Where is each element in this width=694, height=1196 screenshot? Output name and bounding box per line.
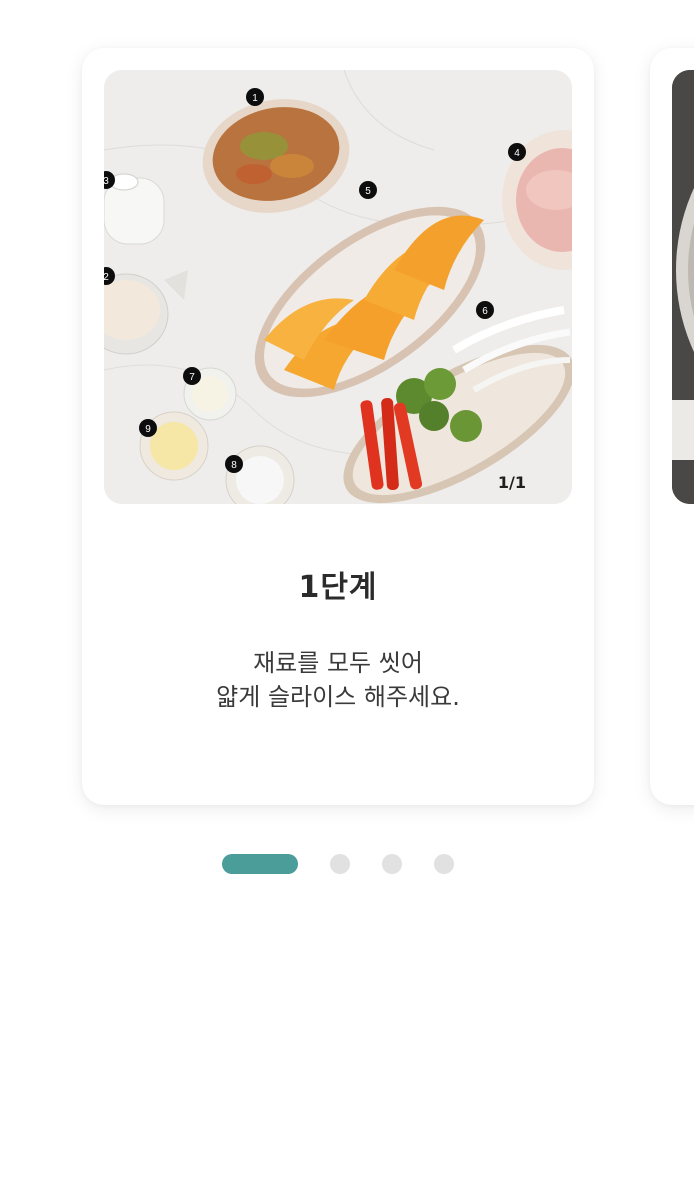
marker-6-icon[interactable]: 6 — [476, 301, 494, 319]
step-description: 재료를 모두 씻어 얇게 슬라이스 해주세요. — [82, 646, 594, 714]
cooking-pan-illustration — [672, 70, 694, 504]
marker-1-icon[interactable]: 1 — [246, 88, 264, 106]
step-title: 1단계 — [298, 570, 378, 605]
svg-text:8: 8 — [231, 460, 237, 471]
next-step-card[interactable] — [650, 48, 694, 805]
svg-text:4: 4 — [514, 148, 520, 159]
svg-text:2: 2 — [104, 272, 109, 283]
pagination-dot[interactable] — [434, 854, 454, 874]
step-description-line: 얇게 슬라이스 해주세요. — [216, 683, 460, 711]
marker-9-icon[interactable]: 9 — [139, 419, 157, 437]
svg-text:5: 5 — [365, 186, 371, 197]
step-photo[interactable]: 1 2 3 4 5 6 7 8 9 1/1 — [104, 70, 572, 504]
pagination-dot-active[interactable] — [222, 854, 298, 874]
marker-8-icon[interactable]: 8 — [225, 455, 243, 473]
ingredients-illustration: 1 2 3 4 5 6 7 8 9 — [104, 70, 572, 504]
svg-text:7: 7 — [189, 372, 195, 383]
svg-text:3: 3 — [104, 176, 109, 187]
marker-7-icon[interactable]: 7 — [183, 367, 201, 385]
svg-text:1: 1 — [252, 93, 258, 104]
step-card[interactable]: 1 2 3 4 5 6 7 8 9 1/1 1단계 재료를 모두 씻어 얇게 슬… — [82, 48, 594, 805]
image-counter: 1/1 — [497, 473, 526, 492]
pagination-dot[interactable] — [330, 854, 350, 874]
step-carousel[interactable]: 1 2 3 4 5 6 7 8 9 1/1 1단계 재료를 모두 씻어 얇게 슬… — [0, 0, 694, 1196]
next-step-photo — [672, 70, 694, 504]
marker-4-icon[interactable]: 4 — [508, 143, 526, 161]
pagination-dot[interactable] — [382, 854, 402, 874]
pagination-dots — [222, 854, 454, 874]
svg-text:9: 9 — [145, 424, 151, 435]
step-description-line: 재료를 모두 씻어 — [253, 649, 423, 677]
marker-5-icon[interactable]: 5 — [359, 181, 377, 199]
svg-text:6: 6 — [482, 306, 488, 317]
